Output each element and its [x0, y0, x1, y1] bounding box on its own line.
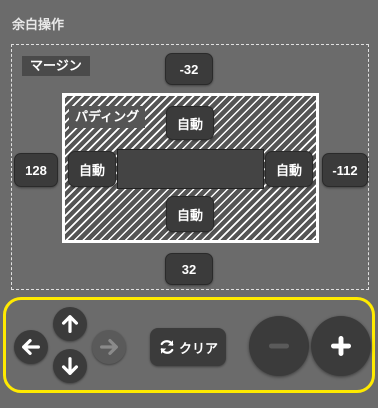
- margin-top-value[interactable]: -32: [165, 53, 213, 85]
- arrow-right-icon: [100, 338, 118, 356]
- padding-bottom-value[interactable]: 自動: [166, 196, 214, 232]
- move-right-button[interactable]: [92, 330, 126, 364]
- margin-bottom-value[interactable]: 32: [165, 253, 213, 285]
- move-left-button[interactable]: [14, 330, 48, 364]
- margin-right-value[interactable]: -112: [322, 153, 368, 187]
- refresh-icon: [160, 340, 174, 354]
- decrease-button[interactable]: [249, 316, 309, 376]
- padding-label: パディング: [69, 106, 146, 128]
- content-area: [117, 149, 264, 189]
- increase-button[interactable]: [311, 316, 371, 376]
- clear-label: クリア: [178, 340, 218, 356]
- padding-top-value[interactable]: 自動: [166, 106, 214, 140]
- margin-label: マージン: [22, 56, 90, 76]
- plus-icon: [330, 335, 352, 357]
- move-up-button[interactable]: [53, 307, 87, 341]
- move-down-button[interactable]: [53, 349, 87, 383]
- padding-left-value[interactable]: 自動: [68, 151, 116, 187]
- clear-button[interactable]: クリア: [150, 328, 226, 366]
- minus-icon: [268, 343, 290, 349]
- margin-left-value[interactable]: 128: [14, 153, 58, 187]
- panel-title: 余白操作: [12, 17, 65, 32]
- padding-right-value[interactable]: 自動: [265, 151, 313, 187]
- arrow-left-icon: [22, 338, 40, 356]
- arrow-down-icon: [61, 357, 79, 375]
- arrow-up-icon: [61, 315, 79, 333]
